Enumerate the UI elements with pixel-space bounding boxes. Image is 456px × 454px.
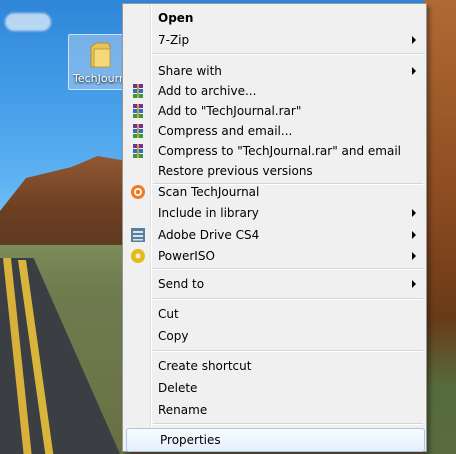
menu-item-label: Create shortcut — [158, 359, 252, 373]
context-menu: Open 7-Zip Share with Add to archive... … — [122, 3, 427, 452]
menu-item-label: Adobe Drive CS4 — [158, 228, 260, 242]
menu-item-label: Scan TechJournal — [158, 185, 260, 199]
menu-item-label: Restore previous versions — [158, 164, 313, 178]
menu-item-label: Properties — [160, 433, 221, 447]
menu-item-add-to-archive[interactable]: Add to archive... — [125, 81, 424, 101]
menu-item-label: Add to archive... — [158, 84, 257, 98]
winrar-icon — [133, 84, 143, 98]
desktop-icon-techjournal[interactable]: TechJournal — [68, 34, 133, 90]
submenu-arrow-icon — [412, 36, 416, 44]
menu-item-compress-and-email[interactable]: Compress and email... — [125, 121, 424, 141]
menu-item-label: Rename — [158, 403, 208, 417]
avast-icon — [131, 185, 145, 199]
menu-item-label: Share with — [158, 64, 222, 78]
menu-separator — [153, 423, 423, 425]
menu-item-label: Copy — [158, 329, 189, 343]
menu-item-poweriso[interactable]: PowerISO — [125, 246, 424, 266]
winrar-icon — [133, 104, 143, 118]
menu-separator — [153, 53, 423, 55]
submenu-arrow-icon — [412, 67, 416, 75]
rock-formation-right — [424, 0, 456, 454]
submenu-arrow-icon — [412, 209, 416, 217]
menu-item-send-to[interactable]: Send to — [125, 274, 424, 294]
menu-item-label: 7-Zip — [158, 33, 190, 47]
menu-item-7zip[interactable]: 7-Zip — [125, 30, 424, 50]
menu-separator — [153, 350, 423, 352]
rock-formation-left — [0, 156, 130, 255]
menu-item-cut[interactable]: Cut — [125, 304, 424, 324]
menu-item-label: Include in library — [158, 206, 259, 220]
menu-item-label: Compress and email... — [158, 124, 293, 138]
menu-item-delete[interactable]: Delete — [125, 378, 424, 398]
menu-item-scan[interactable]: Scan TechJournal — [125, 182, 424, 202]
menu-item-label: Add to "TechJournal.rar" — [158, 104, 302, 118]
menu-item-create-shortcut[interactable]: Create shortcut — [125, 356, 424, 376]
menu-item-label: Cut — [158, 307, 179, 321]
menu-separator — [153, 298, 423, 300]
menu-item-properties[interactable]: Properties — [126, 428, 425, 452]
menu-item-label: Open — [158, 11, 194, 25]
menu-separator — [153, 268, 423, 270]
menu-item-label: PowerISO — [158, 249, 215, 263]
menu-item-label: Compress to "TechJournal.rar" and email — [158, 144, 402, 158]
menu-item-add-to-rar[interactable]: Add to "TechJournal.rar" — [125, 101, 424, 121]
folder-icon — [90, 42, 111, 68]
poweriso-icon — [131, 249, 145, 263]
menu-item-label: Send to — [158, 277, 205, 291]
menu-item-copy[interactable]: Copy — [125, 326, 424, 346]
menu-item-compress-to-rar-and-email[interactable]: Compress to "TechJournal.rar" and email — [125, 141, 424, 161]
menu-item-restore-previous-versions[interactable]: Restore previous versions — [125, 161, 424, 181]
adobe-drive-icon — [131, 228, 145, 242]
winrar-icon — [133, 144, 143, 158]
menu-item-share-with[interactable]: Share with — [125, 61, 424, 81]
submenu-arrow-icon — [412, 280, 416, 288]
menu-item-label: Delete — [158, 381, 198, 395]
menu-item-include-in-library[interactable]: Include in library — [125, 203, 424, 223]
submenu-arrow-icon — [412, 231, 416, 239]
winrar-icon — [133, 124, 143, 138]
menu-item-open[interactable]: Open — [125, 8, 424, 28]
submenu-arrow-icon — [412, 252, 416, 260]
menu-item-adobe-drive[interactable]: Adobe Drive CS4 — [125, 225, 424, 245]
cloud — [5, 13, 51, 31]
menu-item-rename[interactable]: Rename — [125, 400, 424, 420]
